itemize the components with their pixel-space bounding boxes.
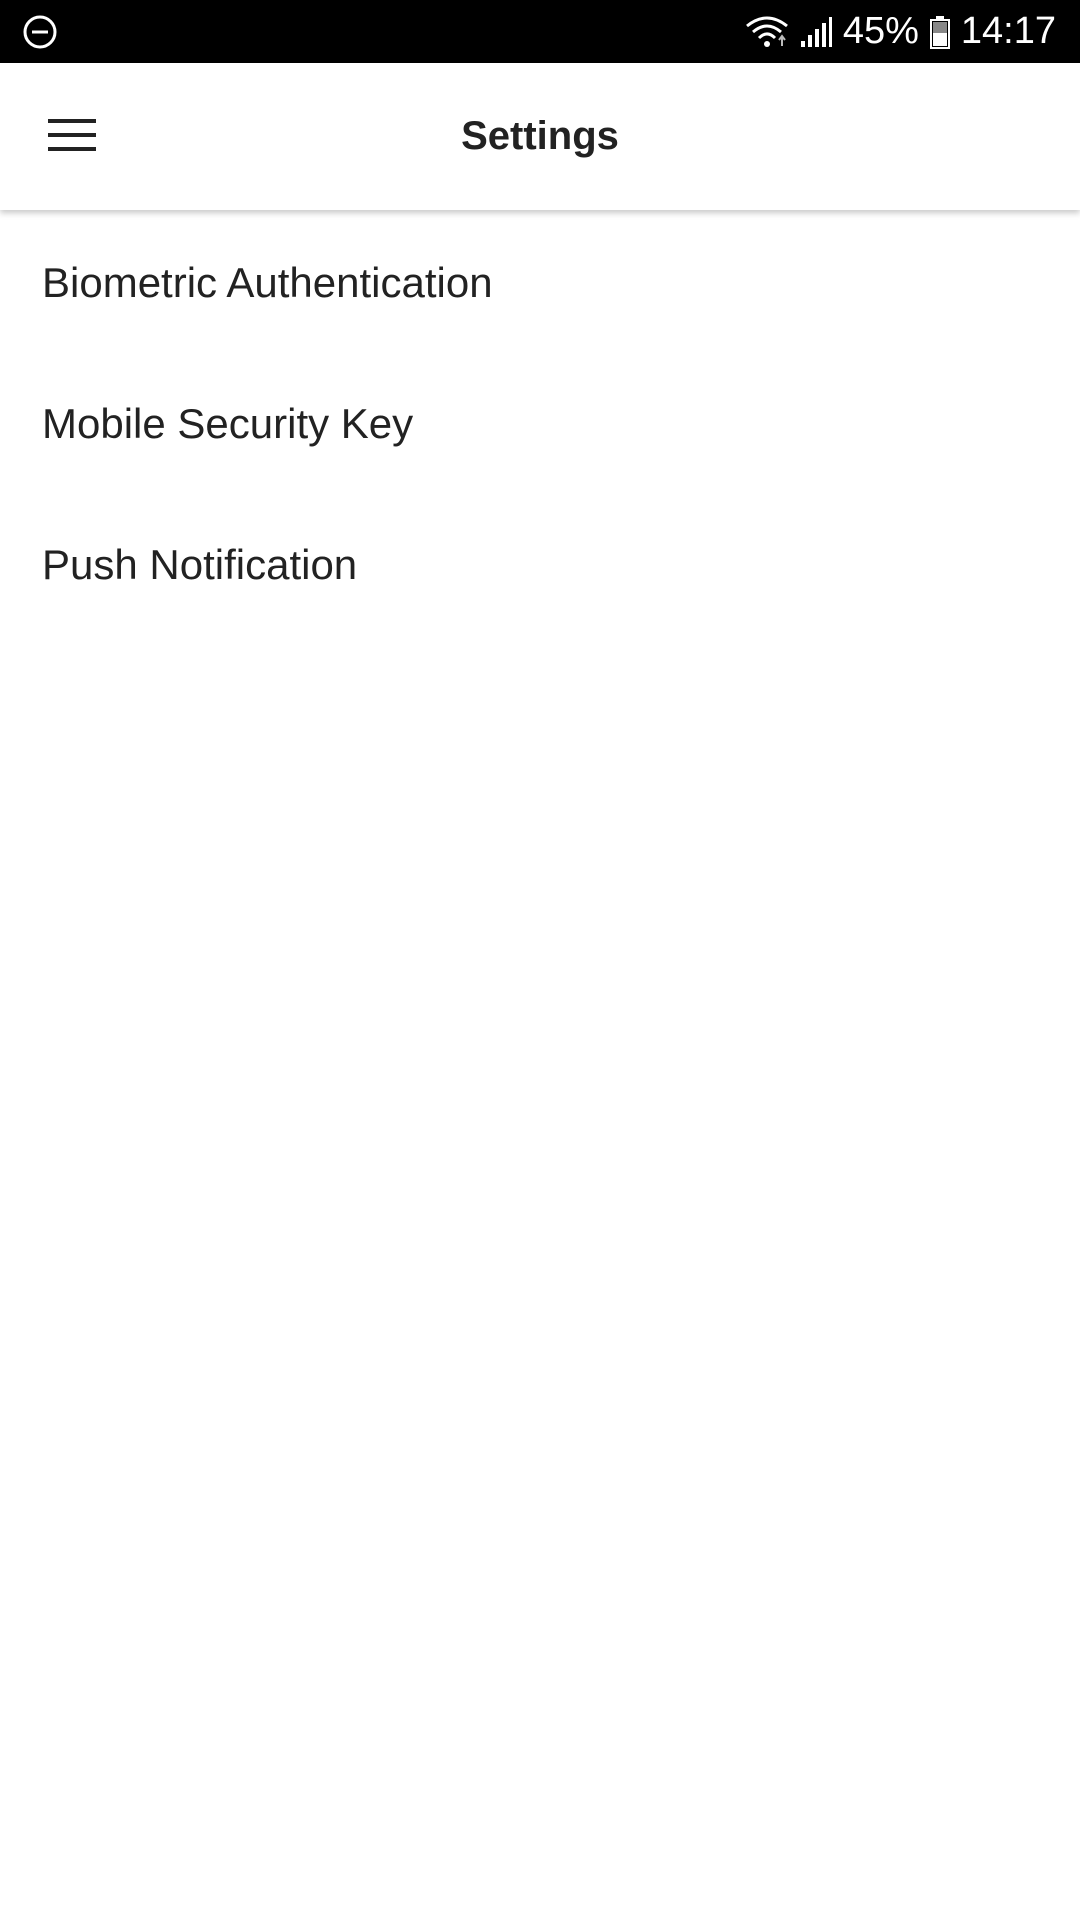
settings-item-label: Push Notification: [42, 540, 358, 588]
settings-item-push-notification[interactable]: Push Notification: [0, 494, 1080, 635]
page-title: Settings: [461, 114, 619, 158]
status-time: 14:17: [960, 10, 1056, 52]
wifi-icon: [745, 14, 789, 50]
settings-item-mobile-security-key[interactable]: Mobile Security Key: [0, 353, 1080, 494]
menu-button[interactable]: [36, 99, 108, 171]
battery-icon: [929, 15, 951, 49]
hamburger-menu-icon: [46, 115, 98, 155]
app-bar: Settings: [0, 63, 1080, 210]
status-bar: 45% 14:17: [0, 0, 1080, 63]
settings-list: Biometric Authentication Mobile Security…: [0, 212, 1080, 635]
settings-item-label: Biometric Authentication: [42, 258, 493, 306]
status-indicators: 45% 14:17: [745, 0, 1056, 63]
do-not-disturb-icon: [22, 14, 58, 50]
battery-percent: 45%: [842, 10, 919, 52]
settings-item-label: Mobile Security Key: [42, 399, 414, 447]
cell-signal-icon: [799, 15, 833, 49]
settings-item-biometric-authentication[interactable]: Biometric Authentication: [0, 212, 1080, 353]
